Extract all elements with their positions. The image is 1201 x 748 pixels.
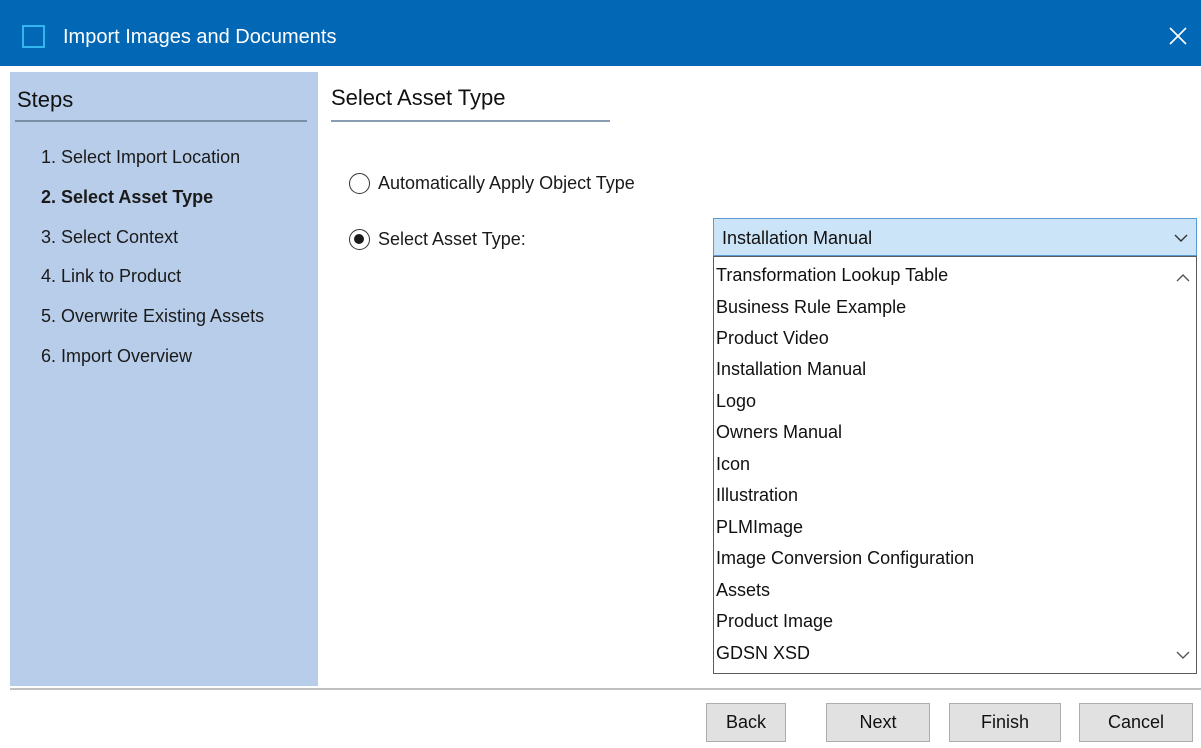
auto-apply-radio[interactable]	[349, 172, 370, 194]
list-item[interactable]: Installation Manual	[716, 354, 1166, 385]
asset-type-selected-value: Installation Manual	[722, 228, 873, 248]
list-item[interactable]: GDSN XSD	[716, 638, 1166, 669]
step-item-select-import-location: 1. Select Import Location	[41, 147, 241, 167]
back-button[interactable]: Back	[706, 703, 786, 742]
list-item[interactable]: Illustration	[716, 480, 1166, 511]
window-title: Import Images and Documents	[63, 26, 337, 48]
auto-apply-object-type-option[interactable]: Automatically Apply Object Type	[349, 172, 635, 194]
select-asset-type-radio[interactable]	[349, 228, 370, 250]
list-item[interactable]: Owners Manual	[716, 417, 1166, 448]
steps-divider	[15, 120, 307, 122]
asset-type-dropdown[interactable]: Installation Manual	[713, 218, 1197, 256]
list-item[interactable]: Logo	[716, 386, 1166, 417]
steps-heading: Steps	[17, 87, 74, 112]
list-item[interactable]: Assets	[716, 575, 1166, 606]
page-title: Select Asset Type	[331, 85, 506, 110]
list-item[interactable]: Icon	[716, 449, 1166, 480]
close-icon	[1169, 27, 1187, 45]
list-item[interactable]: Business Rule Example	[716, 292, 1166, 323]
step-item-select-context: 3. Select Context	[41, 227, 179, 247]
list-item[interactable]: Product Video	[716, 323, 1166, 354]
asset-type-list[interactable]: Transformation Lookup Table Business Rul…	[713, 256, 1197, 674]
select-asset-type-label: Select Asset Type:	[378, 229, 526, 249]
list-item[interactable]: Product Image	[716, 606, 1166, 637]
chevron-down-icon	[1174, 234, 1188, 242]
scroll-down-icon[interactable]	[1176, 650, 1190, 660]
step-item-link-to-product: 4. Link to Product	[41, 266, 182, 286]
window-app-icon	[22, 25, 45, 48]
list-item[interactable]: Image Conversion Configuration	[716, 543, 1166, 574]
cancel-button[interactable]: Cancel	[1079, 703, 1193, 742]
select-asset-type-option[interactable]: Select Asset Type:	[349, 228, 526, 250]
steps-panel: Steps 1. Select Import Location 2. Selec…	[10, 72, 318, 686]
title-bar: Import Images and Documents	[0, 0, 1201, 66]
finish-button[interactable]: Finish	[949, 703, 1061, 742]
step-item-overwrite-existing-assets: 5. Overwrite Existing Assets	[41, 306, 265, 326]
list-item[interactable]: Transformation Lookup Table	[716, 260, 1166, 291]
title-divider	[331, 120, 610, 122]
next-button[interactable]: Next	[826, 703, 930, 742]
footer-divider	[10, 688, 1201, 690]
list-item[interactable]: PLMImage	[716, 512, 1166, 543]
auto-apply-label: Automatically Apply Object Type	[378, 173, 635, 193]
scroll-up-icon[interactable]	[1176, 273, 1190, 283]
close-button[interactable]	[1160, 18, 1196, 54]
step-item-import-overview: 6. Import Overview	[41, 346, 193, 366]
step-item-select-asset-type: 2. Select Asset Type	[41, 187, 214, 207]
